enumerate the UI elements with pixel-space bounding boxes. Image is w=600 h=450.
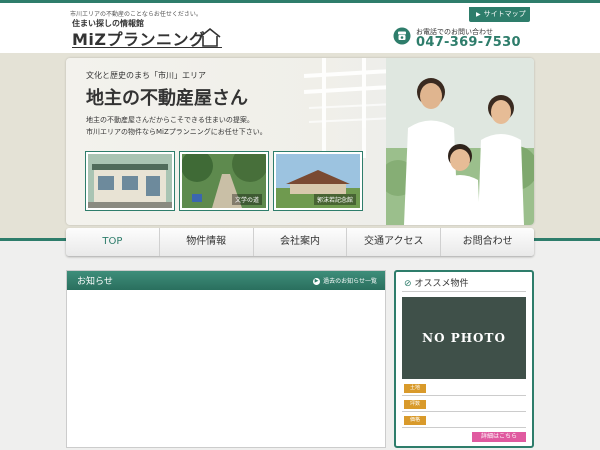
header-note: 市川エリアの不動産のことならお任せください。 [70,11,202,18]
hero-title: 地主の不動産屋さん [86,88,248,109]
phone-number[interactable]: 047-369-7530 [416,35,521,50]
hero-text: 地主の不動産屋さんだからこそできる住まいの提案。 市川エリアの物件ならMiZプラ… [86,114,267,138]
site-header: 市川エリアの不動産のことならお任せください。 住まい探しの情報館 MiZプランニ… [0,3,600,53]
family-photo [386,58,534,225]
photo-caption: 郭沫若記念館 [313,194,356,205]
nav-properties[interactable]: 物件情報 [160,228,254,256]
news-archive-label: 過去のお知らせ一覧 [323,278,377,285]
sitemap-label: サイトマップ [483,10,526,18]
logo-underline [72,47,222,48]
recommended-row-area: 坪数 [402,398,526,412]
recommended-row-land: 土地 [402,382,526,396]
badge-land: 土地 [404,384,426,393]
chevron-right-icon: ▶ [476,11,481,18]
detail-button[interactable]: 詳細はこちら [472,432,526,442]
recommended-panel: ⊘ オススメ物件 NO PHOTO 土地 坪数 価格 詳細はこちら [394,270,534,448]
news-header: お知らせ ▶ 過去のお知らせ一覧 [67,271,385,290]
nav-top[interactable]: TOP [66,228,160,256]
recommended-row-price: 価格 [402,414,526,428]
hero-text-line1: 地主の不動産屋さんだからこそできる住まいの提案。 [86,116,254,124]
hero-banner: 文化と歴史のまち「市川」エリア 地主の不動産屋さん 地主の不動産屋さんだからこそ… [66,58,534,225]
recommended-title-text: オススメ物件 [414,279,469,289]
office-photo [86,152,174,210]
memorial-hall-photo: 郭沫若記念館 [274,152,362,210]
no-photo-placeholder[interactable]: NO PHOTO [402,297,526,379]
news-panel: お知らせ ▶ 過去のお知らせ一覧 [66,270,386,448]
sitemap-button[interactable]: ▶ サイトマップ [469,7,530,22]
nav-company[interactable]: 会社案内 [254,228,348,256]
nav-contact[interactable]: お問合わせ [441,228,534,256]
recommended-divider [402,291,526,292]
office-building-image [88,154,172,208]
nav-access[interactable]: 交通アクセス [347,228,442,256]
house-icon [199,27,221,47]
photo-caption: 文学の道 [231,194,262,205]
recommended-title: ⊘ オススメ物件 [404,276,469,289]
badge-price: 価格 [404,416,426,425]
literature-path-photo: 文学の道 [180,152,268,210]
arrow-right-icon: ▶ [313,278,321,285]
phone-icon [393,27,411,45]
hero-text-line2: 市川エリアの物件ならMiZプランニングにお任せ下さい。 [86,128,267,136]
hero-subtitle: 文化と歴史のまち「市川」エリア [86,71,206,80]
badge-area: 坪数 [404,400,426,409]
paperclip-icon: ⊘ [404,279,412,289]
news-title: お知らせ [77,277,113,287]
news-archive-link[interactable]: ▶ 過去のお知らせ一覧 [313,276,377,285]
main-nav: TOP 物件情報 会社案内 交通アクセス お問合わせ [66,228,534,256]
